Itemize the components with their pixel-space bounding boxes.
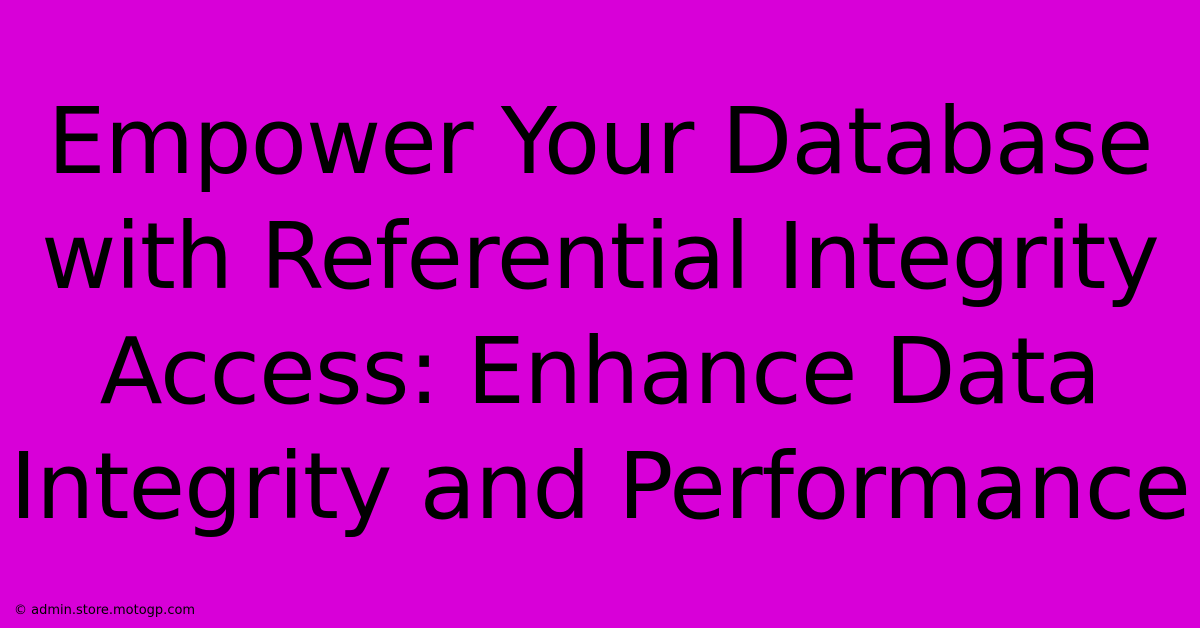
copyright-text: © admin.store.motogp.com bbox=[14, 603, 195, 618]
headline-text: Empower Your Database with Referential I… bbox=[0, 84, 1200, 544]
